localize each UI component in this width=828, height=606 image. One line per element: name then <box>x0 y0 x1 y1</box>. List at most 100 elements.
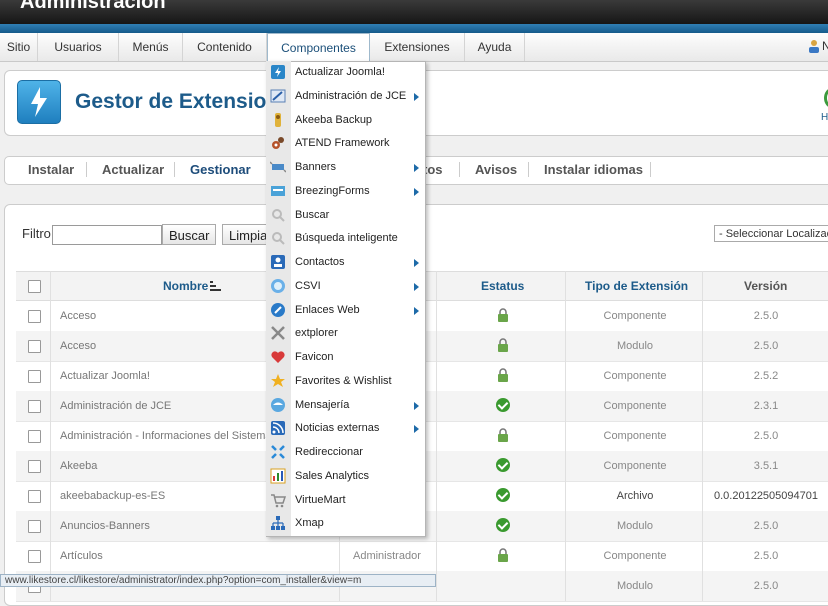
extension-name-link[interactable]: Acceso <box>60 310 96 322</box>
smart-search-icon <box>272 232 285 245</box>
dropdown-item-label: Noticias externas <box>295 422 380 434</box>
dropdown-item-xmap[interactable]: Xmap <box>266 512 424 535</box>
menu-sitio[interactable]: Sitio <box>0 33 38 61</box>
tab-instalar[interactable]: Instalar <box>28 162 74 177</box>
cart-icon <box>271 494 286 508</box>
submenu-arrow-icon <box>414 283 419 291</box>
weblinks-icon <box>271 303 285 317</box>
dropdown-item-label: Actualizar Joomla! <box>295 66 385 78</box>
dropdown-item-favicon[interactable]: Favicon <box>266 346 424 369</box>
dropdown-item-buscar[interactable]: Buscar <box>266 204 424 227</box>
protected-lock-icon <box>498 548 508 562</box>
submenu-arrow-icon <box>414 93 419 101</box>
dropdown-item-label: Sales Analytics <box>295 470 369 482</box>
dropdown-item-virtuemart[interactable]: VirtueMart <box>266 489 424 512</box>
dropdown-item-administración-de-jce[interactable]: Administración de JCE <box>266 85 424 108</box>
search-icon <box>272 209 285 222</box>
filter-input[interactable] <box>52 225 162 245</box>
dropdown-item-sales-analytics[interactable]: Sales Analytics <box>266 465 424 488</box>
extension-name-link[interactable]: Administración de JCE <box>60 400 171 412</box>
extension-name-link[interactable]: Acceso <box>60 340 96 352</box>
dropdown-item-redireccionar[interactable]: Redireccionar <box>266 441 424 464</box>
column-separator <box>436 271 437 601</box>
menu-contenido[interactable]: Contenido <box>183 33 267 61</box>
extension-version: 2.5.0 <box>753 550 779 562</box>
menu-usuarios[interactable]: Usuarios <box>38 33 119 61</box>
extension-type: Modulo <box>616 520 654 532</box>
menu-extensiones[interactable]: Extensiones <box>370 33 465 61</box>
row-checkbox[interactable] <box>28 520 41 533</box>
dropdown-item-búsqueda-inteligente[interactable]: Búsqueda inteligente <box>266 227 424 250</box>
menu-ayuda[interactable]: Ayuda <box>465 33 525 61</box>
dropdown-item-breezingforms[interactable]: BreezingForms <box>266 180 424 203</box>
dropdown-item-label: Mensajería <box>295 399 350 411</box>
dropdown-item-label: Búsqueda inteligente <box>295 232 398 244</box>
extension-name-link[interactable]: Artículos <box>60 550 103 562</box>
dropdown-item-actualizar-joomla[interactable]: Actualizar Joomla! <box>266 61 424 84</box>
user-label[interactable]: N <box>822 39 828 53</box>
column-header-name[interactable]: Nombre <box>163 279 208 293</box>
extension-version: 2.5.0 <box>753 310 779 322</box>
dropdown-item-contactos[interactable]: Contactos <box>266 251 424 274</box>
tab-gestionar[interactable]: Gestionar <box>190 162 251 177</box>
menu-componentes[interactable]: Componentes <box>267 33 370 61</box>
extension-location: Administrador <box>353 550 421 562</box>
extension-name-link[interactable]: akeebabackup-es-ES <box>60 490 165 502</box>
dropdown-item-enlaces-web[interactable]: Enlaces Web <box>266 299 424 322</box>
row-checkbox[interactable] <box>28 490 41 503</box>
tab-avisos[interactable]: Avisos <box>475 162 517 177</box>
submenu-arrow-icon <box>414 188 419 196</box>
enabled-check-icon[interactable] <box>496 398 510 412</box>
dropdown-item-favorites-wishlist[interactable]: Favorites & Wishlist <box>266 370 424 393</box>
row-checkbox[interactable] <box>28 340 41 353</box>
sort-icon[interactable] <box>210 281 222 291</box>
user-icon[interactable] <box>807 39 821 53</box>
redirect-icon <box>271 445 285 459</box>
dropdown-item-extplorer[interactable]: extplorer <box>266 322 424 345</box>
row-checkbox[interactable] <box>28 310 41 323</box>
extension-name-link[interactable]: Administración - Informaciones del Siste… <box>60 430 272 442</box>
browser-status-url: www.likestore.cl/likestore/administrator… <box>0 574 436 587</box>
extension-name-link[interactable]: Akeeba <box>60 460 97 472</box>
extension-name-link[interactable]: Actualizar Joomla! <box>60 370 150 382</box>
extension-name-link[interactable]: Anuncios-Banners <box>60 520 150 532</box>
dropdown-item-mensajería[interactable]: Mensajería <box>266 394 424 417</box>
enabled-check-icon[interactable] <box>496 458 510 472</box>
column-header-version[interactable]: Versión <box>744 279 787 293</box>
extension-version: 2.5.0 <box>753 340 779 352</box>
column-header-type[interactable]: Tipo de Extensión <box>585 279 688 293</box>
column-separator <box>565 271 566 601</box>
search-button[interactable]: Buscar <box>162 224 217 245</box>
enabled-check-icon[interactable] <box>496 518 510 532</box>
messaging-icon <box>271 398 285 412</box>
dropdown-item-label: ATEND Framework <box>295 137 390 149</box>
extension-manager-logo-icon <box>17 80 61 124</box>
submenu-arrow-icon <box>414 307 419 315</box>
banners-icon <box>270 161 286 173</box>
dropdown-item-akeeba-backup[interactable]: Akeeba Backup <box>266 109 424 132</box>
dropdown-item-atend-framework[interactable]: ATEND Framework <box>266 132 424 155</box>
enabled-check-icon[interactable] <box>496 488 510 502</box>
filter-label: Filtro: <box>22 226 55 241</box>
row-checkbox[interactable] <box>28 430 41 443</box>
rss-icon <box>271 421 285 435</box>
column-header-status[interactable]: Estatus <box>481 279 524 293</box>
location-select[interactable]: - Seleccionar Localizac <box>714 225 828 242</box>
row-checkbox[interactable] <box>28 460 41 473</box>
main-menubar: Sitio Usuarios Menús Contenido Component… <box>0 33 828 62</box>
menu-menus[interactable]: Menús <box>119 33 183 61</box>
select-all-checkbox[interactable] <box>28 280 41 293</box>
help-label[interactable]: H <box>821 112 828 123</box>
tab-actualizar[interactable]: Actualizar <box>102 162 164 177</box>
dropdown-item-label: VirtueMart <box>295 494 346 506</box>
extension-type: Modulo <box>616 340 654 352</box>
row-checkbox[interactable] <box>28 400 41 413</box>
dropdown-item-label: Buscar <box>295 209 330 221</box>
row-checkbox[interactable] <box>28 550 41 563</box>
dropdown-item-noticias-externas[interactable]: Noticias externas <box>266 417 424 440</box>
dropdown-item-csvi[interactable]: CSVI <box>266 275 424 298</box>
protected-lock-icon <box>498 368 508 382</box>
tab-instalar-idiomas[interactable]: Instalar idiomas <box>544 162 643 177</box>
dropdown-item-banners[interactable]: Banners <box>266 156 424 179</box>
row-checkbox[interactable] <box>28 370 41 383</box>
